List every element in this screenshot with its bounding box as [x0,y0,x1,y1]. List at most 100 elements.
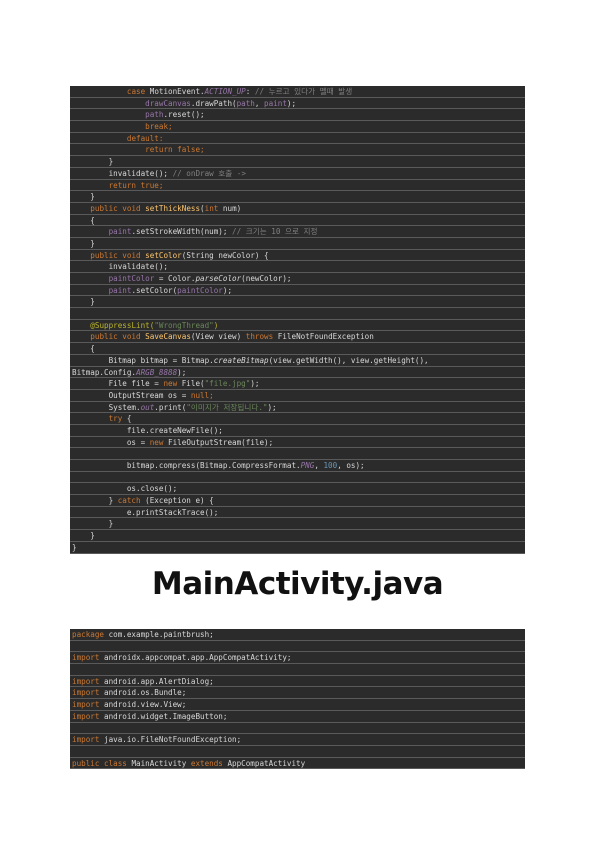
code-token: os = [72,437,150,447]
code-line: os.close(); [70,483,525,496]
code-token: android.widget.ImageButton; [104,711,228,721]
code-token: ); [267,402,277,412]
code-token: { [126,414,132,424]
code-token: setColor [145,250,182,260]
code-token: paintColor [177,285,223,295]
code-token: out [140,402,155,412]
code-line: import android.app.AlertDialog; [70,676,525,688]
code-token: case [126,87,146,96]
code-token: invalidate(); [72,168,173,178]
code-token: MainActivity [131,758,191,768]
code-token: FileNotFoundException [277,332,374,342]
code-token: public class [72,758,132,768]
code-line: break; [70,121,525,133]
code-token: .reset(); [163,110,205,120]
code-line: paint.setColor(paintColor); [70,285,525,297]
code-token: , os); [337,461,365,470]
code-token: android.view.View; [104,700,187,710]
code-line: Bitmap bitmap = Bitmap.createBitmap(view… [70,355,525,367]
code-line: public void setColor(String newColor) { [70,250,525,262]
code-line: import android.view.View; [70,699,525,711]
code-token: file.createNewFile(); [72,425,223,435]
code-token: paintColor [108,274,155,283]
code-token: setThickNess [145,203,201,213]
code-token: (Exception e) { [145,496,214,506]
code-token: num) [222,203,242,213]
code-line [70,723,525,735]
code-token: System. [72,402,141,412]
code-token: import [72,700,105,710]
code-token: : [245,87,255,96]
code-block-bottom: package com.example.paintbrush; import an… [70,629,525,770]
code-token: paint [264,98,287,108]
code-token: drawCanvas [145,98,191,108]
code-token: paint [108,227,132,237]
code-token: android.app.AlertDialog; [104,676,214,686]
code-line: return true; [70,180,525,192]
code-line: @SuppressLint("WrongThread") [70,320,525,332]
code-token: try [108,414,127,424]
code-line: } [70,542,525,554]
code-token: new [149,437,169,447]
code-line: import java.io.FileNotFoundException; [70,734,525,746]
code-token: .setStrokeWidth(num); [131,227,233,237]
code-token: // onDraw 호출 -> [172,168,246,178]
code-token: android.os.Bundle; [104,688,187,698]
code-token: } [72,496,118,506]
code-line: System.out.print("이미지가 저장됩니다."); [70,402,525,414]
code-token: java.io.FileNotFoundException; [104,735,242,745]
code-block-top: case MotionEvent.ACTION_UP: // 누르고 있다가 뗄… [70,86,525,554]
code-token: "file.jpg" [204,379,251,389]
code-token: FileOutputStream(file); [168,437,274,447]
code-line: public void SaveCanvas(View view) throws… [70,331,525,344]
code-line: public void setThickNess(int num) [70,203,525,215]
code-line: import android.widget.ImageButton; [70,711,525,723]
code-line: bitmap.compress(Bitmap.CompressFormat.PN… [70,460,525,472]
code-token: os.close(); [72,484,178,494]
code-line: } [70,296,525,309]
code-token: } [72,542,77,552]
code-token: File file = [72,379,164,389]
code-token: OutputStream os = [72,390,191,400]
code-line: file.createNewFile(); [70,425,525,437]
code-token: new [163,379,182,389]
code-token: break; [145,122,173,132]
code-token: Bitmap bitmap = Bitmap. [72,355,214,365]
code-line: } [70,530,525,542]
code-token: (View view) [190,332,246,342]
code-token: ) [213,320,219,330]
code-token: @SuppressLint( [90,320,155,330]
code-line: try { [70,413,525,425]
code-line: path.reset(); [70,109,525,122]
code-line: public class MainActivity extends AppCom… [70,758,525,770]
code-line: } [70,156,525,168]
code-line: e.printStackTrace(); [70,507,525,519]
code-line [70,746,525,758]
code-line: { [70,215,525,227]
code-token: (view.getWidth(), view.getHeight(), [268,355,429,365]
code-token: paint [108,285,132,295]
code-line: } catch (Exception e) { [70,495,525,507]
code-token: // 누르고 있다가 뗄때 발생 [254,87,353,96]
code-token: null; [190,390,214,400]
code-token: = Color. [154,274,196,283]
code-token: return true; [108,180,164,190]
code-token: .setColor( [131,285,178,295]
code-line [70,448,525,460]
code-line: { [70,343,525,355]
code-token: public void [90,203,146,213]
code-line: invalidate(); [70,261,525,273]
code-token: import [72,688,105,698]
code-token: path [236,98,255,108]
code-token: return false; [145,145,205,155]
code-line: Bitmap.Config.ARGB_8888); [70,367,525,379]
code-token: PNG [300,461,315,470]
code-token: e.printStackTrace(); [72,507,219,517]
